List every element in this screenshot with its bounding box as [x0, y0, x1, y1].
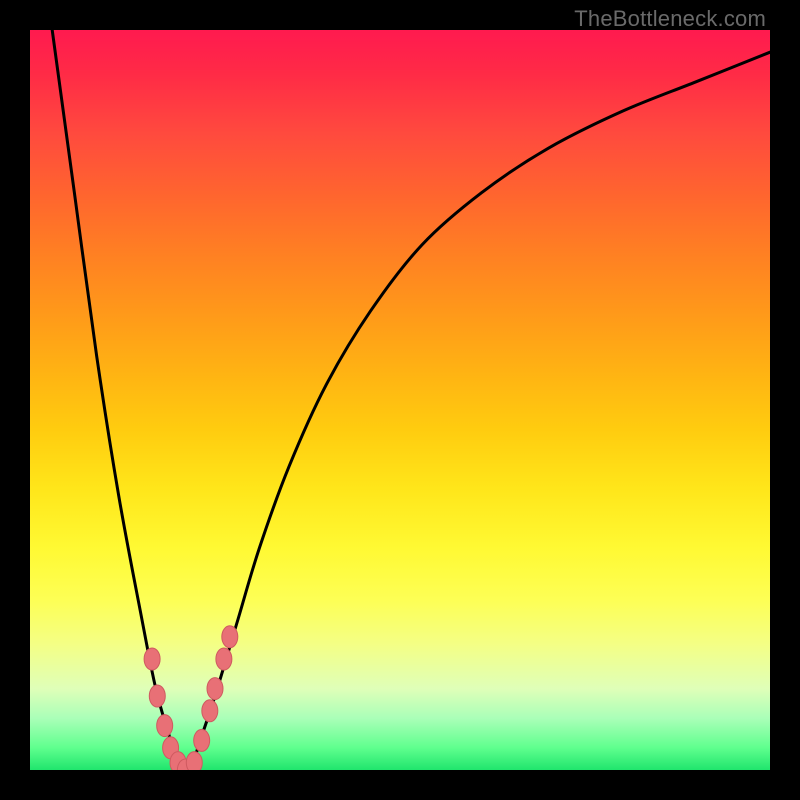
plot-area — [30, 30, 770, 770]
bottleneck-curve-svg — [30, 30, 770, 770]
watermark-text: TheBottleneck.com — [574, 6, 766, 32]
curve-marker — [157, 715, 173, 737]
chart-frame: TheBottleneck.com — [0, 0, 800, 800]
curve-markers — [144, 626, 238, 770]
curve-marker — [186, 752, 202, 770]
curve-marker — [222, 626, 238, 648]
curve-marker — [202, 700, 218, 722]
curve-marker — [216, 648, 232, 670]
curve-marker — [144, 648, 160, 670]
curve-marker — [194, 729, 210, 751]
curve-marker — [207, 678, 223, 700]
curve-marker — [149, 685, 165, 707]
